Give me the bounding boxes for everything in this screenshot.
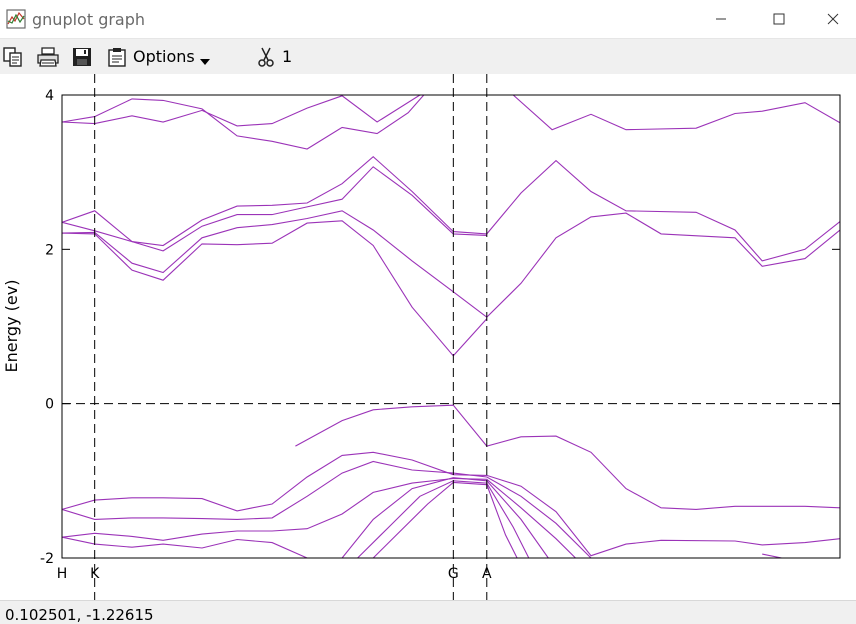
band-structure-chart: -2 0 2 4 H K G A Energy (ev)	[2, 74, 841, 600]
x-tick-label: G	[448, 566, 459, 582]
copy-icon[interactable]	[1, 45, 25, 69]
window-title: gnuplot graph	[32, 10, 146, 29]
close-icon[interactable]	[810, 0, 856, 38]
minimize-icon[interactable]	[698, 0, 744, 38]
band-line	[762, 553, 782, 558]
band-line	[295, 404, 840, 510]
band-line	[62, 95, 421, 127]
gnuplot-graph-icon	[6, 9, 26, 29]
status-bar: 0.102501, -1.22615	[0, 600, 856, 624]
chevron-down-icon[interactable]	[200, 52, 210, 70]
band-line	[62, 451, 840, 557]
y-tick-label: 0	[45, 397, 54, 413]
plot-border	[61, 94, 841, 559]
band-line	[512, 95, 840, 131]
y-tick-label: 4	[45, 88, 54, 104]
band-line	[62, 95, 425, 150]
band-line	[62, 210, 840, 318]
options-menu-button[interactable]: Options	[133, 47, 195, 66]
band-line	[62, 536, 308, 558]
title-bar: gnuplot graph	[0, 0, 856, 38]
band-line	[372, 481, 518, 558]
plot-area[interactable]: -2 0 2 4 H K G A Energy (ev)	[0, 74, 856, 600]
y-tick-label: 2	[45, 242, 54, 258]
band-line	[62, 155, 840, 262]
scissors-count: 1	[282, 47, 293, 66]
x-tick-label: H	[57, 566, 68, 582]
print-icon[interactable]	[36, 45, 60, 69]
y-tick-label: -2	[40, 551, 54, 567]
band-line	[62, 460, 592, 558]
x-tick-label: A	[482, 566, 492, 582]
save-icon[interactable]	[70, 45, 94, 69]
y-axis-label: Energy (ev)	[2, 280, 21, 373]
toolbar: Options 1	[0, 38, 856, 75]
band-line	[62, 166, 487, 252]
options-clipboard-icon[interactable]	[105, 45, 129, 69]
scissors-icon[interactable]	[254, 45, 278, 69]
x-tick-label: K	[90, 566, 100, 582]
maximize-icon[interactable]	[756, 0, 802, 38]
band-line	[62, 220, 488, 357]
cursor-coordinates: 0.102501, -1.22615	[5, 606, 154, 624]
